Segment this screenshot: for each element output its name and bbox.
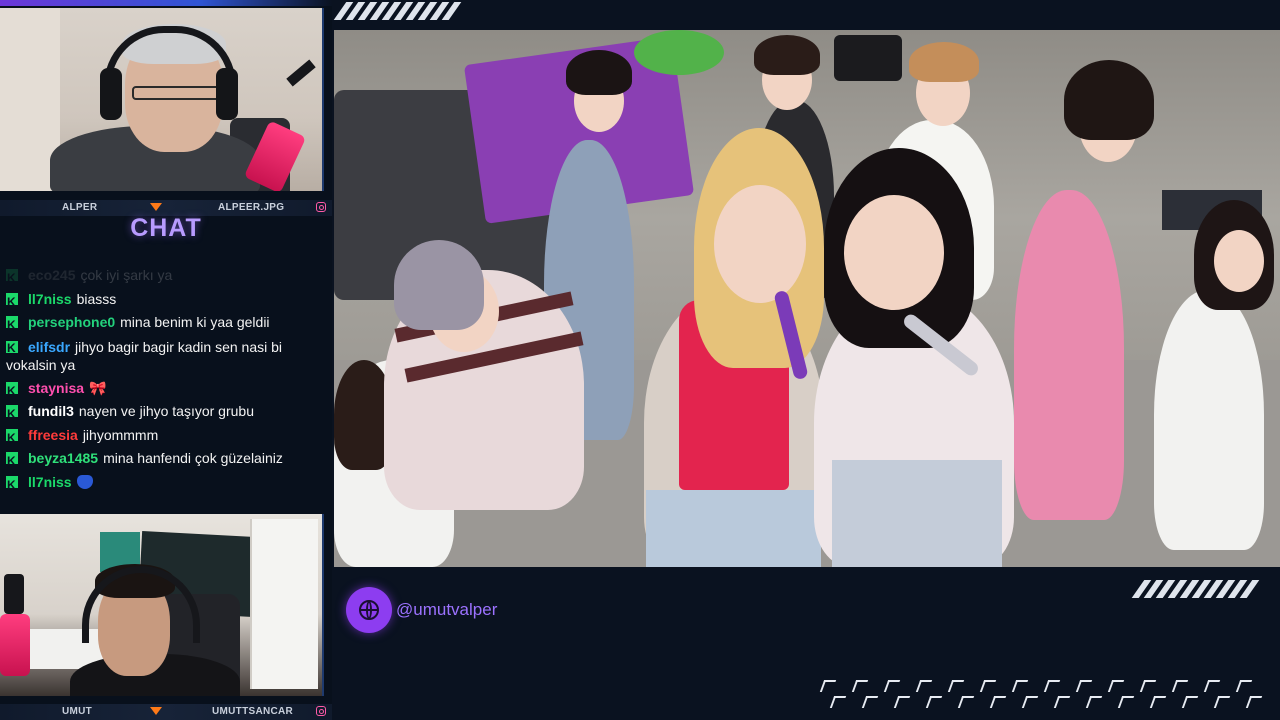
bow-emoji-icon: 🎀 — [89, 379, 107, 396]
chat-text: mina benim ki yaa geldii — [120, 314, 270, 330]
arrow-down-icon — [150, 203, 162, 211]
chat-username: beyza1485 — [28, 450, 99, 466]
chat-title: CHAT — [130, 214, 202, 242]
globe-icon — [359, 600, 379, 620]
chat-message: persephone0mina benim ki yaa geldii — [6, 311, 322, 338]
kick-badge-icon — [6, 314, 18, 338]
kick-badge-icon — [6, 291, 18, 314]
kick-badge-icon — [6, 474, 18, 497]
video-player[interactable] — [334, 30, 1280, 567]
chat-username: elifsdr — [28, 338, 71, 355]
chat-message: ll7niss — [6, 471, 322, 497]
kick-badge-icon — [6, 427, 18, 450]
chat-message: ll7nissbiasss — [6, 288, 322, 314]
webcam-umut-namebar: UMUT UMUTTSANCAR — [0, 704, 332, 720]
chat-message: beyza1485mina hanfendi çok güzelainiz — [6, 447, 322, 474]
social-handle: @umutvalper — [396, 600, 498, 619]
instagram-icon — [316, 202, 326, 212]
arrow-down-icon — [150, 707, 162, 715]
chat-username: eco245 — [28, 267, 76, 283]
streamer-name-left: ALPER — [62, 202, 98, 213]
top-accent-bar — [0, 0, 332, 6]
kick-badge-icon — [6, 380, 18, 403]
streamer-handle-right: UMUTTSANCAR — [212, 706, 294, 717]
chat-text: çok iyi şarkı ya — [80, 267, 173, 283]
streamer-handle-right: ALPEER.JPG — [218, 202, 285, 213]
kick-badge-icon — [6, 267, 18, 291]
instagram-icon — [316, 706, 326, 716]
chat-message: eco245çok iyi şarkı ya — [6, 264, 322, 291]
decorative-stripes — [333, 0, 464, 22]
chat-username: fundil3 — [28, 403, 74, 419]
chat-text: biasss — [76, 290, 117, 307]
kick-badge-icon — [6, 403, 18, 427]
webcam-umut — [0, 514, 324, 696]
chat-list: eco245çok iyi şarkı ya ll7nissbiasss per… — [6, 264, 322, 497]
streamer-name-left: UMUT — [62, 706, 93, 717]
kick-badge-icon — [6, 450, 18, 474]
social-badge — [346, 587, 392, 633]
chat-username: ll7niss — [28, 473, 72, 490]
webcam-alper — [0, 8, 324, 191]
decorative-stripes — [1130, 578, 1270, 600]
decorative-pattern — [819, 678, 1280, 720]
chat-text: jihyommmm — [82, 426, 159, 443]
heart-emote-icon — [76, 474, 93, 489]
chat-message: fundil3nayen ve jihyo taşıyor grubu — [6, 400, 322, 427]
chat-text: nayen ve jihyo taşıyor grubu — [78, 403, 254, 419]
chat-username: ll7niss — [28, 290, 72, 307]
chat-username: ffreesia — [28, 426, 78, 443]
chat-username: staynisa — [28, 379, 85, 396]
chat-message: elifsdrjihyo bagir bagir kadin sen nasi … — [6, 338, 322, 374]
chat-message: ffreesiajihyommmm — [6, 424, 322, 450]
chat-text: mina hanfendi çok güzelainiz — [103, 450, 283, 466]
chat-message: staynisa🎀 — [6, 377, 322, 403]
left-sidebar: ALPER ALPEER.JPG CHAT eco245çok iyi şark… — [0, 0, 332, 720]
chat-username: persephone0 — [28, 314, 116, 330]
kick-badge-icon — [6, 339, 18, 357]
